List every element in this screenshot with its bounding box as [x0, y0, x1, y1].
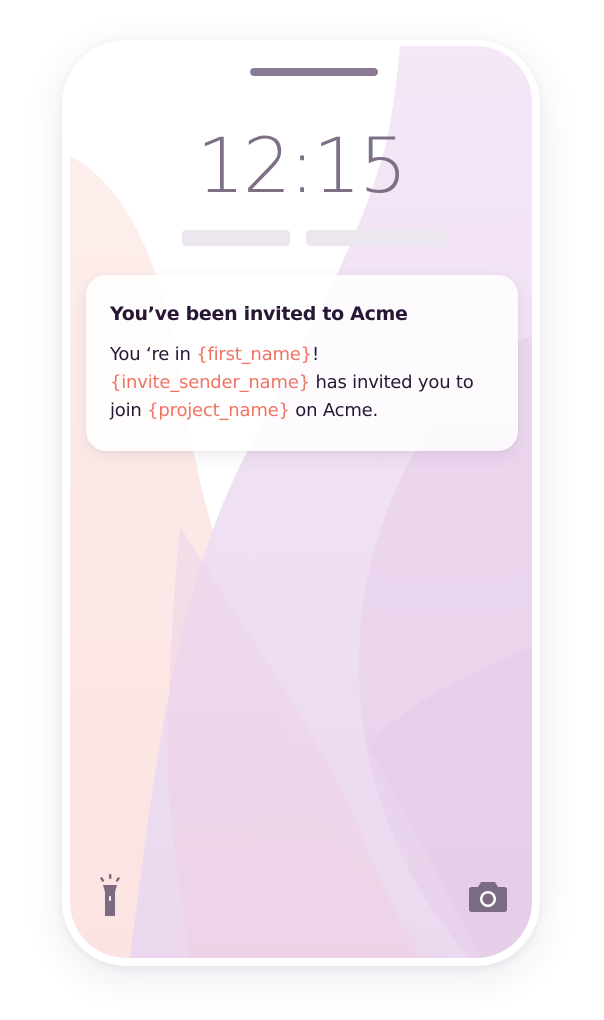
date-placeholder [182, 230, 290, 246]
variable-project-name: {project_name} [147, 400, 290, 421]
speaker-bar [250, 68, 378, 76]
date-placeholder [306, 230, 446, 246]
body-text: on Acme. [289, 400, 379, 421]
body-text: ! [311, 344, 319, 365]
phone-frame: 12:15 You’ve been invited to Acme You ‘r… [62, 40, 540, 966]
camera-icon[interactable] [468, 878, 508, 914]
lock-screen: 12:15 You’ve been invited to Acme You ‘r… [70, 46, 532, 958]
lockscreen-time: 12:15 [196, 121, 407, 210]
variable-first-name: {first_name} [196, 344, 312, 365]
body-text: You ‘re in [110, 344, 197, 365]
notification-body: You ‘re in {first_name}! {invite_sender_n… [110, 341, 500, 425]
push-notification[interactable]: You’ve been invited to Acme You ‘re in {… [86, 275, 518, 451]
variable-invite-sender-name: {invite_sender_name} [110, 372, 310, 393]
notification-title: You’ve been invited to Acme [110, 303, 408, 325]
flashlight-icon[interactable] [98, 874, 122, 918]
